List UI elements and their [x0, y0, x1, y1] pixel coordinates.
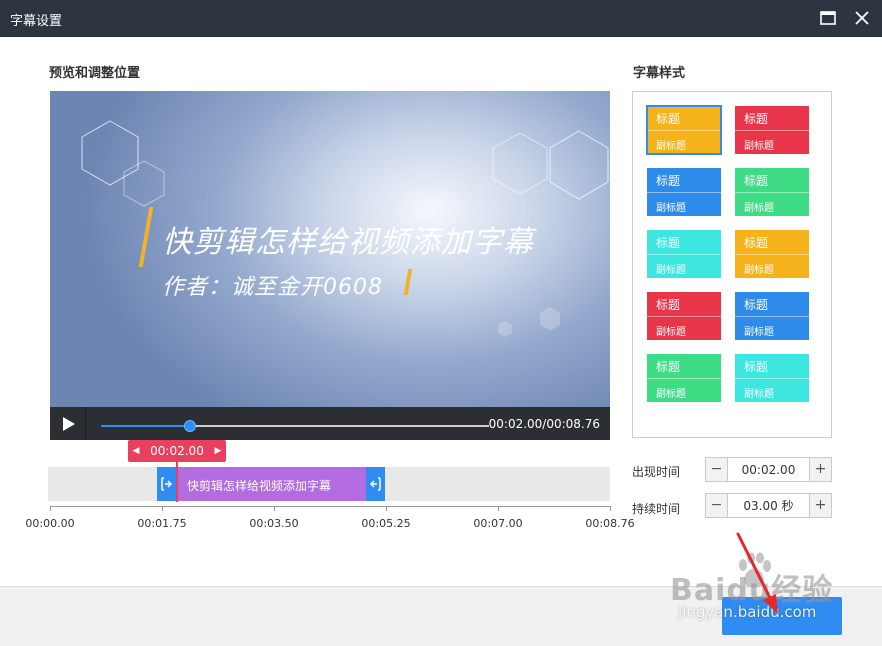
style-tile[interactable]: 标题副标题	[647, 168, 721, 216]
window-title: 字幕设置	[10, 14, 63, 29]
style-tile[interactable]: 标题副标题	[735, 292, 809, 340]
progress-track[interactable]	[101, 420, 489, 432]
ruler-tick	[498, 506, 499, 511]
style-tile-subtitle: 副标题	[647, 130, 721, 154]
style-tile-title: 标题	[744, 298, 769, 312]
preview-section-label: 预览和调整位置	[49, 66, 141, 81]
style-tile-subtitle: 副标题	[647, 378, 721, 402]
appear-time-decrease-button[interactable]: −	[706, 458, 728, 481]
playhead-time-label[interactable]: ◀ 00:02.00 ▶	[128, 440, 226, 462]
style-tile[interactable]: 标题副标题	[735, 168, 809, 216]
clip-end-handle[interactable]	[366, 467, 385, 501]
style-tile-title: 标题	[656, 236, 681, 250]
playhead-time: 00:02.00	[150, 444, 204, 458]
style-tile[interactable]: 标题副标题	[735, 230, 809, 278]
style-tile-subtitle: 副标题	[735, 130, 809, 154]
subtitle-style-panel: 标题 副标题 标题 副标题 标题 副标题 标题 副标题 标题 副标题 标题 副标题 标题 副标题 标题 副标题…	[632, 91, 832, 438]
ruler-tick	[50, 506, 51, 511]
style-tile-title: 标题	[656, 298, 681, 312]
style-tile-subtitle: 副标题	[735, 316, 809, 340]
style-tile[interactable]: 标题副标题	[647, 230, 721, 278]
style-tile-title: 标题	[744, 236, 769, 250]
style-section-label: 字幕样式	[633, 66, 686, 81]
ruler-tick	[162, 506, 163, 511]
subtitle-clip[interactable]: 快剪辑怎样给视频添加字幕	[157, 467, 385, 501]
timeline-ruler	[50, 506, 610, 507]
progress-fill	[101, 425, 190, 427]
style-tile-subtitle: 副标题	[735, 378, 809, 402]
style-tile-title: 标题	[656, 174, 681, 188]
player-controls: 00:02.00/00:08.76	[50, 407, 610, 440]
style-tile[interactable]: 标题副标题	[735, 106, 809, 154]
appear-time-label: 出现时间	[632, 465, 681, 479]
time-display: 00:02.00/00:08.76	[488, 417, 600, 431]
preview-main-subtitle[interactable]: 快剪辑怎样给视频添加字幕	[162, 217, 534, 261]
style-tile-subtitle: 副标题	[647, 254, 721, 278]
red-arrow-icon	[736, 532, 778, 614]
style-tile[interactable]: 标题副标题	[647, 354, 721, 402]
maximize-icon[interactable]	[818, 8, 838, 28]
play-icon[interactable]	[50, 407, 86, 440]
ruler-tick	[610, 506, 611, 511]
ruler-tick	[386, 506, 387, 511]
appear-time-input[interactable]	[729, 458, 808, 481]
style-tile-title: 标题	[656, 112, 681, 126]
style-tile-subtitle: 副标题	[647, 316, 721, 340]
ruler-tick-label: 00:01.75	[137, 517, 187, 530]
style-tile-subtitle: 副标题	[735, 192, 809, 216]
playhead-left-arrow-icon[interactable]: ◀	[130, 440, 142, 462]
preview-sub-subtitle[interactable]: 作者：诚至金开0608	[162, 269, 383, 301]
clip-text: 快剪辑怎样给视频添加字幕	[187, 479, 332, 493]
close-icon[interactable]	[852, 8, 872, 28]
style-tile[interactable]: 标题副标题	[646, 105, 722, 155]
duration-input[interactable]	[729, 494, 808, 517]
style-tile-title: 标题	[744, 174, 769, 188]
ruler-tick-label: 00:03.50	[249, 517, 299, 530]
duration-decrease-button[interactable]: −	[706, 494, 728, 517]
ruler-tick-label: 00:08.76	[585, 517, 635, 530]
ruler-tick-label: 00:07.00	[473, 517, 523, 530]
appear-time-stepper: − +	[705, 457, 832, 482]
duration-stepper: − +	[705, 493, 832, 518]
playhead-right-arrow-icon[interactable]: ▶	[212, 440, 224, 462]
playhead-line[interactable]	[176, 462, 178, 502]
appear-time-increase-button[interactable]: +	[809, 458, 831, 481]
duration-label: 持续时间	[632, 502, 681, 516]
style-tile-title: 标题	[744, 112, 769, 126]
title-bar: 字幕设置	[0, 0, 882, 37]
style-tile[interactable]: 标题副标题	[735, 354, 809, 402]
style-tile-title: 标题	[656, 360, 681, 374]
clip-start-handle[interactable]	[157, 467, 176, 501]
ruler-tick-label: 00:05.25	[361, 517, 411, 530]
style-tile[interactable]: 标题副标题	[647, 292, 721, 340]
ruler-tick	[274, 506, 275, 511]
ruler-tick-label: 00:00.00	[25, 517, 75, 530]
style-tile-subtitle: 副标题	[647, 192, 721, 216]
duration-increase-button[interactable]: +	[809, 494, 831, 517]
video-preview[interactable]: 快剪辑怎样给视频添加字幕 作者：诚至金开0608	[50, 91, 610, 407]
style-tile-subtitle: 副标题	[735, 254, 809, 278]
style-tile-title: 标题	[744, 360, 769, 374]
progress-knob[interactable]	[184, 420, 196, 432]
